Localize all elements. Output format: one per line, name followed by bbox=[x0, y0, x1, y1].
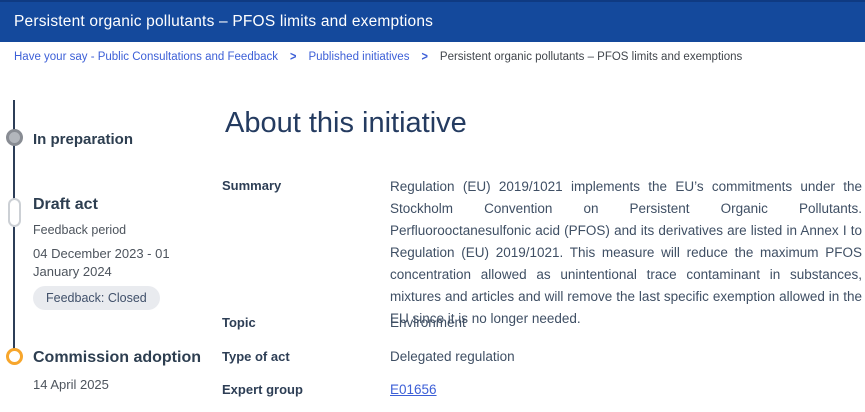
expert-group-link[interactable]: E01656 bbox=[390, 382, 437, 397]
summary-value: Regulation (EU) 2019/1021 implements the… bbox=[390, 176, 862, 330]
commission-adoption-date: 14 April 2025 bbox=[33, 377, 109, 392]
stage-marker-commission-adoption-circle-icon bbox=[6, 348, 23, 365]
breadcrumb-published-initiatives[interactable]: Published initiatives bbox=[308, 51, 409, 63]
topic-row: Topic Environment bbox=[222, 315, 862, 330]
page-title: Persistent organic pollutants – PFOS lim… bbox=[14, 13, 433, 31]
summary-label: Summary bbox=[222, 178, 390, 330]
type-of-act-label: Type of act bbox=[222, 349, 390, 364]
stage-draft-act-title: Draft act bbox=[33, 196, 98, 214]
summary-row: Summary Regulation (EU) 2019/1021 implem… bbox=[222, 178, 862, 330]
about-initiative-heading: About this initiative bbox=[225, 107, 467, 140]
breadcrumb: Have your say - Public Consultations and… bbox=[0, 42, 865, 72]
stage-marker-draft-act-pill-icon bbox=[8, 198, 21, 227]
feedback-status-badge: Feedback: Closed bbox=[33, 286, 160, 310]
topic-value: Environment bbox=[390, 315, 862, 330]
breadcrumb-have-your-say[interactable]: Have your say - Public Consultations and… bbox=[14, 51, 278, 63]
stage-marker-in-preparation-circle-icon bbox=[6, 129, 23, 146]
stage-commission-adoption-title: Commission adoption bbox=[33, 349, 201, 367]
feedback-period-dates: 04 December 2023 - 01 January 2024 bbox=[33, 245, 195, 281]
expert-group-label: Expert group bbox=[222, 382, 390, 397]
stage-in-preparation-title: In preparation bbox=[33, 131, 133, 148]
topic-label: Topic bbox=[222, 315, 390, 330]
chevron-right-icon: > bbox=[290, 50, 296, 64]
expert-group-row: Expert group E01656 bbox=[222, 382, 862, 397]
type-of-act-value: Delegated regulation bbox=[390, 349, 862, 364]
chevron-right-icon: > bbox=[421, 50, 427, 64]
breadcrumb-current-page: Persistent organic pollutants – PFOS lim… bbox=[440, 51, 742, 63]
page-header: Persistent organic pollutants – PFOS lim… bbox=[0, 0, 865, 42]
feedback-period-label: Feedback period bbox=[33, 223, 126, 237]
type-of-act-row: Type of act Delegated regulation bbox=[222, 349, 862, 364]
